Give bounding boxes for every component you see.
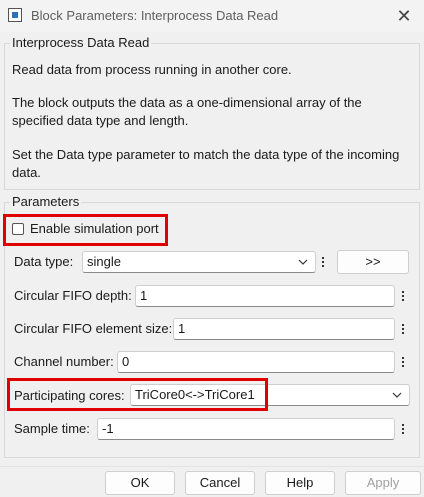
fifo-depth-input[interactable]: 1 (135, 285, 395, 307)
cancel-button[interactable]: Cancel (185, 471, 255, 495)
description-line-3: specified data type and length. (12, 113, 189, 128)
fifo-element-size-more-icon[interactable] (398, 318, 408, 340)
data-type-value: single (87, 254, 121, 269)
window-title: Block Parameters: Interprocess Data Read (31, 8, 279, 23)
channel-number-label: Channel number: (14, 354, 114, 369)
sample-time-input[interactable]: -1 (97, 418, 395, 440)
help-button[interactable]: Help (265, 471, 335, 495)
fifo-element-size-input[interactable]: 1 (173, 318, 395, 340)
parameters-group-title: Parameters (10, 194, 82, 209)
chevron-down-icon (298, 259, 308, 265)
highlight-participating-cores (7, 378, 268, 411)
data-type-more-icon[interactable] (318, 251, 328, 273)
data-type-select[interactable]: single (82, 251, 316, 273)
sample-time-label: Sample time: (14, 421, 90, 436)
apply-button[interactable]: Apply (345, 471, 421, 495)
close-icon[interactable]: ✕ (392, 4, 416, 28)
fifo-depth-more-icon[interactable] (398, 285, 408, 307)
block-group-title: Interprocess Data Read (10, 35, 152, 50)
fifo-element-size-label: Circular FIFO element size: (14, 321, 173, 336)
ok-button[interactable]: OK (105, 471, 175, 495)
sample-time-more-icon[interactable] (398, 418, 408, 440)
data-type-assistant-button[interactable]: >> (337, 250, 409, 274)
data-type-label: Data type: (14, 254, 74, 269)
chevron-down-icon (392, 392, 402, 398)
highlight-enable-simulation-port (3, 214, 168, 246)
description-line-5: data. (12, 165, 41, 180)
description-line-2: The block outputs the data as a one-dime… (12, 95, 362, 110)
description-line-1: Read data from process running in anothe… (12, 62, 292, 77)
description-line-4: Set the Data type parameter to match the… (12, 147, 400, 162)
footer-divider (0, 466, 424, 467)
title-bar: Block Parameters: Interprocess Data Read… (0, 0, 424, 32)
fifo-depth-label: Circular FIFO depth: (14, 288, 132, 303)
channel-number-more-icon[interactable] (398, 351, 408, 373)
channel-number-input[interactable]: 0 (117, 351, 395, 373)
simulink-block-icon (8, 8, 22, 22)
